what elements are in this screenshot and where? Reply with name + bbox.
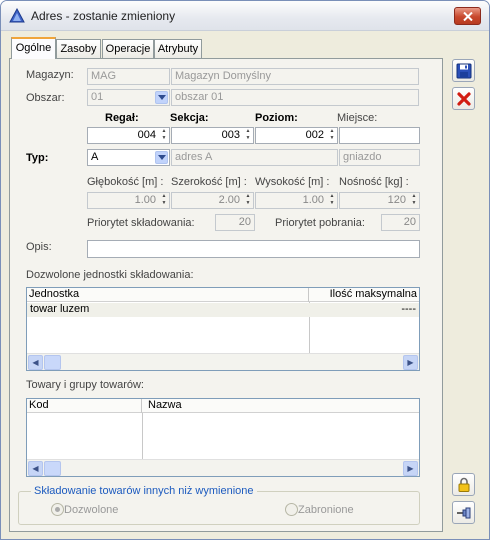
table-cell-ilosc: ---- xyxy=(401,303,416,315)
priorytet-pobrania-label: Priorytet pobrania: xyxy=(275,217,365,229)
miejsce-field[interactable] xyxy=(339,127,420,144)
scroll-thumb[interactable] xyxy=(44,461,61,476)
szerokosc-spinner[interactable]: ▲ ▼ xyxy=(243,193,253,208)
table-cell-jednostka: towar luzem xyxy=(30,303,90,315)
tab-atrybuty[interactable]: Atrybuty xyxy=(154,39,202,58)
nosnosc-label: Nośność [kg] : xyxy=(339,176,409,188)
tab-zasoby[interactable]: Zasoby xyxy=(56,39,101,58)
pin-icon xyxy=(457,507,471,519)
typ-label: Typ: xyxy=(26,152,49,164)
wysokosc-value: 1.00 xyxy=(302,194,324,206)
typ-code-value: A xyxy=(91,151,99,163)
column-header-jednostka[interactable]: Jednostka xyxy=(27,288,309,302)
units-grid-header: Jednostka Ilość maksymalna xyxy=(27,288,419,302)
app-triangle-icon xyxy=(9,7,25,24)
szerokosc-label: Szerokość [m] : xyxy=(171,176,247,188)
typ-select[interactable]: A xyxy=(87,149,170,166)
column-header-ilosc[interactable]: Ilość maksymalna xyxy=(309,288,419,302)
goods-hscrollbar[interactable]: ◀ ▶ xyxy=(27,459,419,476)
radio-zabronione[interactable] xyxy=(285,503,298,516)
nosnosc-value: 120 xyxy=(387,194,406,206)
priorytet-pobrania-field[interactable]: 20 xyxy=(381,214,420,231)
radio-dozwolone-label[interactable]: Dozwolone xyxy=(64,504,118,516)
magazyn-code-field: MAG xyxy=(87,68,170,85)
chevron-down-icon[interactable] xyxy=(155,151,168,164)
regal-spinner[interactable]: ▲ ▼ xyxy=(159,128,169,143)
table-row[interactable]: towar luzem ---- xyxy=(27,303,419,317)
close-button[interactable] xyxy=(454,7,481,25)
wysokosc-label: Wysokość [m] : xyxy=(255,176,330,188)
radio-zabronione-label[interactable]: Zabronione xyxy=(298,504,354,516)
wysokosc-spinner[interactable]: ▲ ▼ xyxy=(327,193,337,208)
tab-ogolne[interactable]: Ogólne xyxy=(11,37,56,59)
typ-extra-field: gniazdo xyxy=(339,149,420,166)
radio-dozwolone[interactable] xyxy=(51,503,64,516)
priorytet-skladowania-field[interactable]: 20 xyxy=(215,214,255,231)
tab-operacje[interactable]: Operacje xyxy=(102,39,154,58)
regal-label: Regał: xyxy=(105,112,139,124)
dialog-window: Adres - zostanie zmieniony Ogólne Zasoby… xyxy=(0,0,490,540)
column-divider xyxy=(142,413,143,459)
szerokosc-value: 2.00 xyxy=(218,194,240,206)
glebokosc-value: 1.00 xyxy=(134,194,156,206)
poziom-field[interactable]: 002 ▲ ▼ xyxy=(255,127,338,144)
obszar-name-field: obszar 01 xyxy=(171,89,419,106)
regal-field[interactable]: 004 ▲ ▼ xyxy=(87,127,170,144)
arrow-left-icon[interactable]: ◀ xyxy=(28,461,43,476)
obszar-label: Obszar: xyxy=(26,92,65,104)
close-icon xyxy=(463,12,473,21)
sekcja-value: 003 xyxy=(221,129,240,141)
nosnosc-spinner[interactable]: ▲ ▼ xyxy=(409,193,419,208)
regal-value: 004 xyxy=(137,129,156,141)
scroll-thumb[interactable] xyxy=(44,355,61,370)
glebokosc-spinner[interactable]: ▲ ▼ xyxy=(159,193,169,208)
priorytet-skladowania-label: Priorytet składowania: xyxy=(87,217,195,229)
lock-button[interactable] xyxy=(452,473,475,496)
poziom-spinner[interactable]: ▲ ▼ xyxy=(327,128,337,143)
delete-button[interactable] xyxy=(452,87,475,110)
lock-icon xyxy=(458,477,470,492)
typ-name-field: adres A xyxy=(171,149,338,166)
window-title: Adres - zostanie zmieniony xyxy=(31,9,176,23)
glebokosc-field[interactable]: 1.00 ▲ ▼ xyxy=(87,192,170,209)
other-goods-caption: Składowanie towarów innych niż wymienion… xyxy=(31,485,257,497)
save-icon xyxy=(456,63,472,79)
nosnosc-field[interactable]: 120 ▲ ▼ xyxy=(339,192,420,209)
title-bar: Adres - zostanie zmieniony xyxy=(1,1,489,31)
column-header-kod[interactable]: Kod xyxy=(27,399,142,413)
arrow-right-icon[interactable]: ▶ xyxy=(403,461,418,476)
units-hscrollbar[interactable]: ◀ ▶ xyxy=(27,353,419,370)
arrow-left-icon[interactable]: ◀ xyxy=(28,355,43,370)
poziom-value: 002 xyxy=(305,129,324,141)
obszar-select[interactable]: 01 xyxy=(87,89,170,106)
column-header-nazwa[interactable]: Nazwa xyxy=(142,399,419,413)
goods-grid-header: Kod Nazwa xyxy=(27,399,419,413)
chevron-down-icon[interactable] xyxy=(155,91,168,104)
glebokosc-label: Głębokość [m] : xyxy=(87,176,164,188)
delete-icon xyxy=(457,92,471,106)
goods-section-label: Towary i grupy towarów: xyxy=(26,379,144,391)
magazyn-label: Magazyn: xyxy=(26,69,74,81)
opis-label: Opis: xyxy=(26,241,52,253)
obszar-code-value: 01 xyxy=(91,91,104,103)
arrow-right-icon[interactable]: ▶ xyxy=(403,355,418,370)
wysokosc-field[interactable]: 1.00 ▲ ▼ xyxy=(255,192,338,209)
units-grid[interactable]: Jednostka Ilość maksymalna towar luzem -… xyxy=(26,287,420,371)
magazyn-name-field: Magazyn Domyślny xyxy=(171,68,419,85)
sekcja-spinner[interactable]: ▲ ▼ xyxy=(243,128,253,143)
save-button[interactable] xyxy=(452,59,475,82)
sekcja-label: Sekcja: xyxy=(170,112,209,124)
miejsce-label: Miejsce: xyxy=(337,112,378,124)
sekcja-field[interactable]: 003 ▲ ▼ xyxy=(171,127,254,144)
szerokosc-field[interactable]: 2.00 ▲ ▼ xyxy=(171,192,254,209)
goods-grid[interactable]: Kod Nazwa ◀ ▶ xyxy=(26,398,420,477)
opis-field[interactable] xyxy=(87,240,420,258)
poziom-label: Poziom: xyxy=(255,112,298,124)
pin-button[interactable] xyxy=(452,501,475,524)
units-section-label: Dozwolone jednostki składowania: xyxy=(26,269,194,281)
